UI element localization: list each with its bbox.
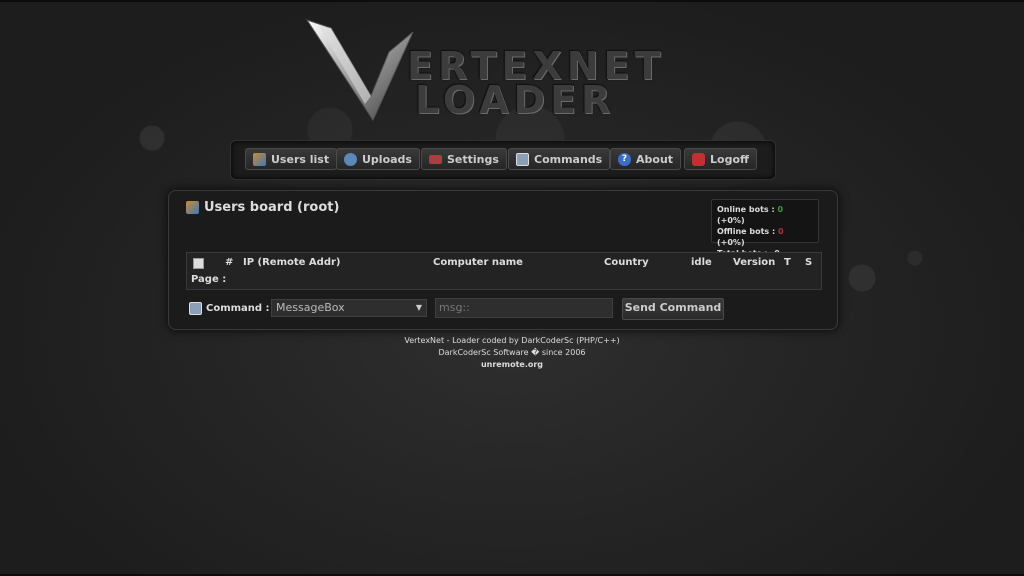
- footer: VertexNet - Loader coded by DarkCoderSc …: [312, 335, 712, 371]
- menu-label: Commands: [534, 152, 603, 166]
- board-title: Users board (root): [186, 200, 339, 215]
- command-label: Command :: [189, 302, 270, 315]
- column-header-number[interactable]: #: [225, 257, 233, 268]
- menu-uploads-button[interactable]: Uploads: [336, 148, 420, 170]
- menu-label: About: [636, 152, 674, 166]
- column-header-computer-name[interactable]: Computer name: [433, 257, 523, 268]
- footer-company: DarkCoderSc Software � since 2006: [438, 348, 586, 357]
- offline-bots-stat: Offline bots : 0 (+0%): [717, 226, 813, 248]
- offline-bots-value: 0: [777, 227, 784, 236]
- top-border: [0, 0, 1024, 2]
- dropdown-arrow-icon: ▼: [415, 303, 422, 312]
- main-menu: Users list Uploads Settings Commands ? A…: [230, 140, 776, 180]
- command-select[interactable]: MessageBox ▼: [271, 299, 427, 317]
- select-all-checkbox[interactable]: [193, 258, 204, 269]
- commands-icon: [516, 152, 529, 166]
- upload-icon: [344, 152, 357, 166]
- column-header-idle[interactable]: idle: [691, 257, 712, 268]
- bot-stats-panel: Online bots : 0 (+0%) Offline bots : 0 (…: [711, 199, 819, 258]
- offline-bots-label: Offline bots :: [717, 227, 776, 236]
- page-label: Page :: [191, 274, 227, 285]
- column-header-s[interactable]: S: [805, 257, 812, 268]
- footer-credit: VertexNet - Loader coded by DarkCoderSc …: [404, 336, 620, 345]
- menu-label: Settings: [447, 152, 499, 166]
- column-header-ip[interactable]: IP (Remote Addr): [243, 257, 340, 268]
- menu-logoff-button[interactable]: Logoff: [684, 148, 757, 170]
- users-board: Users board (root) Online bots : 0 (+0%)…: [168, 190, 838, 330]
- message-input-placeholder: msg::: [439, 301, 470, 314]
- column-header-country[interactable]: Country: [604, 257, 649, 268]
- menu-label: Logoff: [710, 152, 749, 166]
- menu-label: Users list: [271, 152, 330, 166]
- logo-text-loader: LOADER: [415, 78, 616, 122]
- offline-bots-pct: (+0%): [717, 238, 745, 247]
- command-label-text: Command :: [206, 303, 270, 314]
- settings-icon: [429, 154, 442, 164]
- users-icon: [186, 201, 199, 214]
- menu-users-list-button[interactable]: Users list: [245, 148, 338, 170]
- vertexnet-logo: ERTEXNET LOADER: [305, 18, 705, 128]
- logoff-icon: [692, 152, 705, 166]
- menu-settings-button[interactable]: Settings: [421, 148, 507, 170]
- footer-site-link[interactable]: unremote.org: [312, 359, 712, 371]
- online-bots-pct: (+0%): [717, 216, 745, 225]
- users-icon: [253, 152, 266, 166]
- menu-label: Uploads: [362, 152, 412, 166]
- bots-table: # IP (Remote Addr) Computer name Country…: [186, 252, 822, 290]
- online-bots-label: Online bots :: [717, 205, 775, 214]
- column-header-t[interactable]: T: [784, 257, 791, 268]
- command-selected-value: MessageBox: [276, 301, 345, 314]
- message-input[interactable]: msg::: [435, 298, 613, 318]
- menu-commands-button[interactable]: Commands: [508, 148, 611, 170]
- commands-icon: [189, 302, 202, 315]
- about-icon: ?: [618, 152, 631, 166]
- online-bots-stat: Online bots : 0 (+0%): [717, 204, 813, 226]
- board-title-text: Users board (root): [204, 200, 340, 215]
- menu-about-button[interactable]: ? About: [610, 148, 682, 170]
- send-command-button[interactable]: Send Command: [622, 298, 724, 320]
- logo-v-mark: [305, 19, 414, 122]
- online-bots-value: 0: [777, 205, 784, 214]
- column-header-version[interactable]: Version: [733, 257, 775, 268]
- command-row: Command : MessageBox ▼ msg:: Send Comman…: [189, 298, 819, 320]
